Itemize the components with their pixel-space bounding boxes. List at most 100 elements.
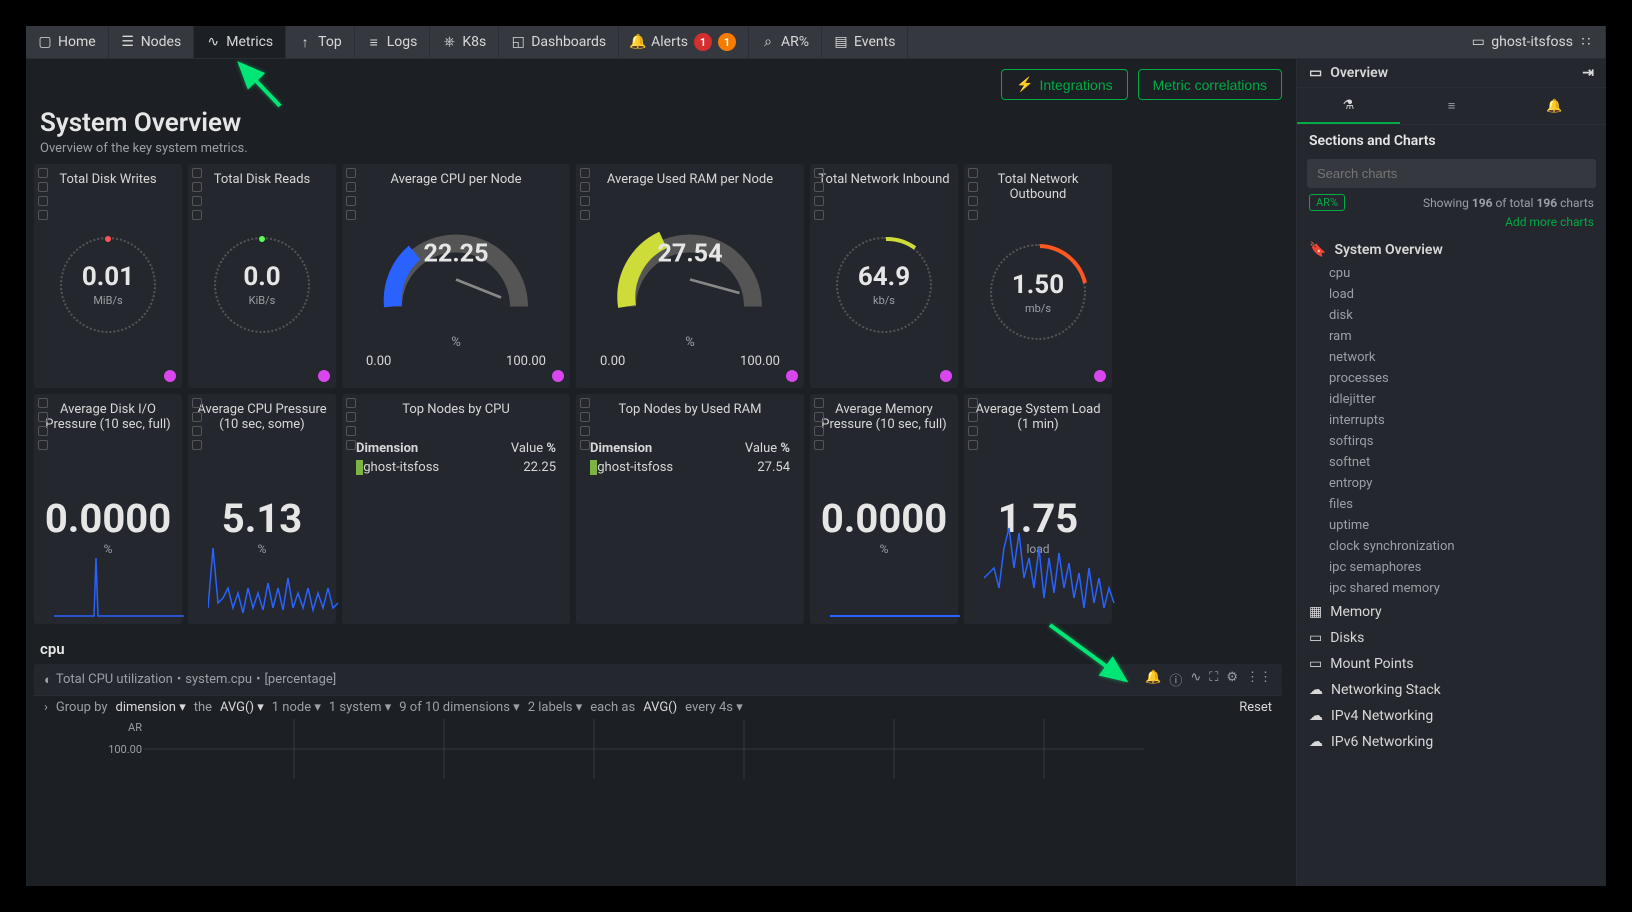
ipv6-label: IPv6 Networking — [1331, 734, 1433, 750]
sidebar-item[interactable]: processes — [1297, 368, 1606, 389]
card-sys-load[interactable]: Average System Load (1 min) 1.75 load — [964, 394, 1112, 624]
sidebar-item[interactable]: clock synchronization — [1297, 536, 1606, 557]
top-ram-row-val: 27.54 — [757, 460, 790, 475]
top-ram-dim-header: Dimension — [590, 441, 652, 456]
dimension-selector[interactable]: dimension ▾ — [116, 700, 186, 715]
status-dot-icon — [786, 370, 798, 382]
sidebar-group-ipv4[interactable]: ☁IPv4 Networking — [1297, 703, 1606, 729]
tab-home-label: Home — [58, 34, 96, 50]
ar-pill[interactable]: AR% — [1309, 194, 1345, 211]
mem-pressure-unit: % — [880, 542, 889, 556]
gauge-marker-icon — [259, 236, 265, 242]
avg2-selector[interactable]: AVG() — [643, 700, 677, 715]
cloud-icon: ☁ — [1309, 734, 1323, 750]
expand-icon[interactable]: ⛶ — [1209, 670, 1218, 689]
sidebar-group-system[interactable]: 🔖System Overview — [1297, 237, 1606, 263]
every-selector[interactable]: every 4s ▾ — [685, 700, 743, 715]
eachas-label: each as — [590, 700, 635, 715]
dims-selector[interactable]: 9 of 10 dimensions ▾ — [399, 700, 519, 715]
tab-alerts[interactable]: 🔔Alerts11 — [619, 26, 749, 58]
card-mem-pressure[interactable]: Average Memory Pressure (10 sec, full) 0… — [810, 394, 958, 624]
card-ram-gauge[interactable]: Average Used RAM per Node 27.54 % 0.0010… — [576, 164, 804, 388]
sidebar-item[interactable]: idlejitter — [1297, 389, 1606, 410]
card-disk-reads[interactable]: Total Disk Reads 0.0 KiB/s — [188, 164, 336, 388]
netstack-label: Networking Stack — [1331, 682, 1441, 698]
tab-top[interactable]: ↑Top — [286, 26, 355, 58]
top-cpu-val-header-pre: Value — [511, 441, 547, 456]
system-selector[interactable]: 1 system ▾ — [329, 700, 391, 715]
ram-gauge-unit: % — [685, 335, 695, 350]
bell-icon[interactable]: 🔔 — [1145, 670, 1161, 689]
tab-ar[interactable]: ⌕ AR% — [749, 26, 822, 58]
add-more-link[interactable]: Add more charts — [1505, 215, 1594, 229]
sidebar-item[interactable]: interrupts — [1297, 410, 1606, 431]
sidebar-group-ipv6[interactable]: ☁ IPv6 Networking — [1297, 729, 1606, 755]
main-panel: ⚡Integrations Metric correlations System… — [26, 59, 1296, 886]
sidebar-item[interactable]: network — [1297, 347, 1606, 368]
magnify-icon: ⌕ — [761, 35, 775, 49]
sidebar-item[interactable]: cpu — [1297, 263, 1606, 284]
search-input[interactable] — [1307, 159, 1596, 188]
tab-dashboards[interactable]: ◱Dashboards — [499, 26, 619, 58]
tab-logs[interactable]: ≡Logs — [355, 26, 431, 58]
card-net-out[interactable]: Total Network Outbound 1.50 mb/s — [964, 164, 1112, 388]
tab-home[interactable]: ▢Home — [26, 26, 109, 58]
collapse-icon[interactable]: ⇥ — [1582, 65, 1594, 81]
integrations-label: Integrations — [1039, 77, 1112, 93]
card-disk-io-pressure[interactable]: Average Disk I/O Pressure (10 sec, full)… — [34, 394, 182, 624]
tab-logs-label: Logs — [387, 34, 418, 50]
sidebar-item[interactable]: load — [1297, 284, 1606, 305]
card-disk-writes[interactable]: Total Disk Writes 0.01 MiB/s — [34, 164, 182, 388]
sidebar-group-netstack[interactable]: ☁Networking Stack — [1297, 677, 1606, 703]
sidebar-item[interactable]: ipc shared memory — [1297, 578, 1606, 599]
tag-icon: ◐ — [44, 672, 52, 688]
sidebar-group-mount[interactable]: ▭Mount Points — [1297, 651, 1606, 677]
drag-icon[interactable]: ⋮⋮ — [1246, 670, 1272, 689]
sidebar-tab-alarms[interactable]: 🔔 — [1503, 88, 1606, 124]
tab-k8s[interactable]: ⎈K8s — [430, 26, 499, 58]
node-selector[interactable]: 1 node ▾ — [272, 700, 321, 715]
integrations-button[interactable]: ⚡Integrations — [1001, 69, 1128, 100]
avg-selector[interactable]: AVG() ▾ — [220, 700, 264, 715]
card-side-icons — [814, 398, 824, 450]
tab-nodes[interactable]: ☰Nodes — [109, 26, 195, 58]
card-net-in[interactable]: Total Network Inbound 64.9 kb/s — [810, 164, 958, 388]
arrow-up-icon: ↑ — [298, 35, 312, 49]
sidebar-item[interactable]: ipc semaphores — [1297, 557, 1606, 578]
sidebar-item[interactable]: ram — [1297, 326, 1606, 347]
card-cpu-pressure[interactable]: Average CPU Pressure (10 sec, some) 5.13… — [188, 394, 336, 624]
reset-button[interactable]: Reset — [1239, 700, 1272, 715]
sidebar-group-disks[interactable]: ▭Disks — [1297, 625, 1606, 651]
settings-icon[interactable]: ⚙ — [1226, 670, 1238, 689]
disks-label: Disks — [1330, 630, 1364, 646]
card-side-icons — [192, 168, 202, 220]
info-icon[interactable]: ⓘ — [1169, 670, 1182, 689]
chevron-icon[interactable]: › — [44, 700, 48, 715]
sidebar-item[interactable]: entropy — [1297, 473, 1606, 494]
sidebar-tab-filter[interactable]: ≡ — [1400, 88, 1503, 124]
sidebar-item[interactable]: disk — [1297, 305, 1606, 326]
card-top-cpu[interactable]: Top Nodes by CPU DimensionValue % ghost-… — [342, 394, 570, 624]
card-cpu-gauge[interactable]: Average CPU per Node 22.25 % 0.00100.00 — [342, 164, 570, 388]
showing-n2: 196 — [1536, 196, 1557, 210]
tab-events[interactable]: ▤Events — [822, 26, 908, 58]
sidebar-item[interactable]: softirqs — [1297, 431, 1606, 452]
sidebar-group-memory[interactable]: ▦Memory — [1297, 599, 1606, 625]
correlations-button[interactable]: Metric correlations — [1138, 69, 1282, 100]
card-top-ram[interactable]: Top Nodes by Used RAM DimensionValue % g… — [576, 394, 804, 624]
cpu-chart-area[interactable]: AR 100.00 — [34, 719, 1282, 779]
flask-icon: ⚗ — [1343, 98, 1355, 113]
sidebar-item[interactable]: uptime — [1297, 515, 1606, 536]
tab-ar-label: AR% — [781, 34, 809, 50]
server-icon: ☰ — [121, 35, 135, 49]
sidebar-tab-charts[interactable]: ⚗ — [1297, 88, 1400, 124]
top-cpu-title: Top Nodes by CPU — [348, 402, 564, 417]
wave-icon[interactable]: ∿ — [1190, 670, 1201, 689]
tab-metrics[interactable]: ∿Metrics — [194, 26, 286, 58]
sidebar-item[interactable]: files — [1297, 494, 1606, 515]
labels-selector[interactable]: 2 labels ▾ — [528, 700, 583, 715]
tab-dashboards-label: Dashboards — [531, 34, 606, 50]
ram-gauge-min: 0.00 — [600, 354, 625, 369]
sidebar-item[interactable]: softnet — [1297, 452, 1606, 473]
tab-node-selector[interactable]: ▭ghost-itsfoss∷ — [1459, 26, 1606, 58]
